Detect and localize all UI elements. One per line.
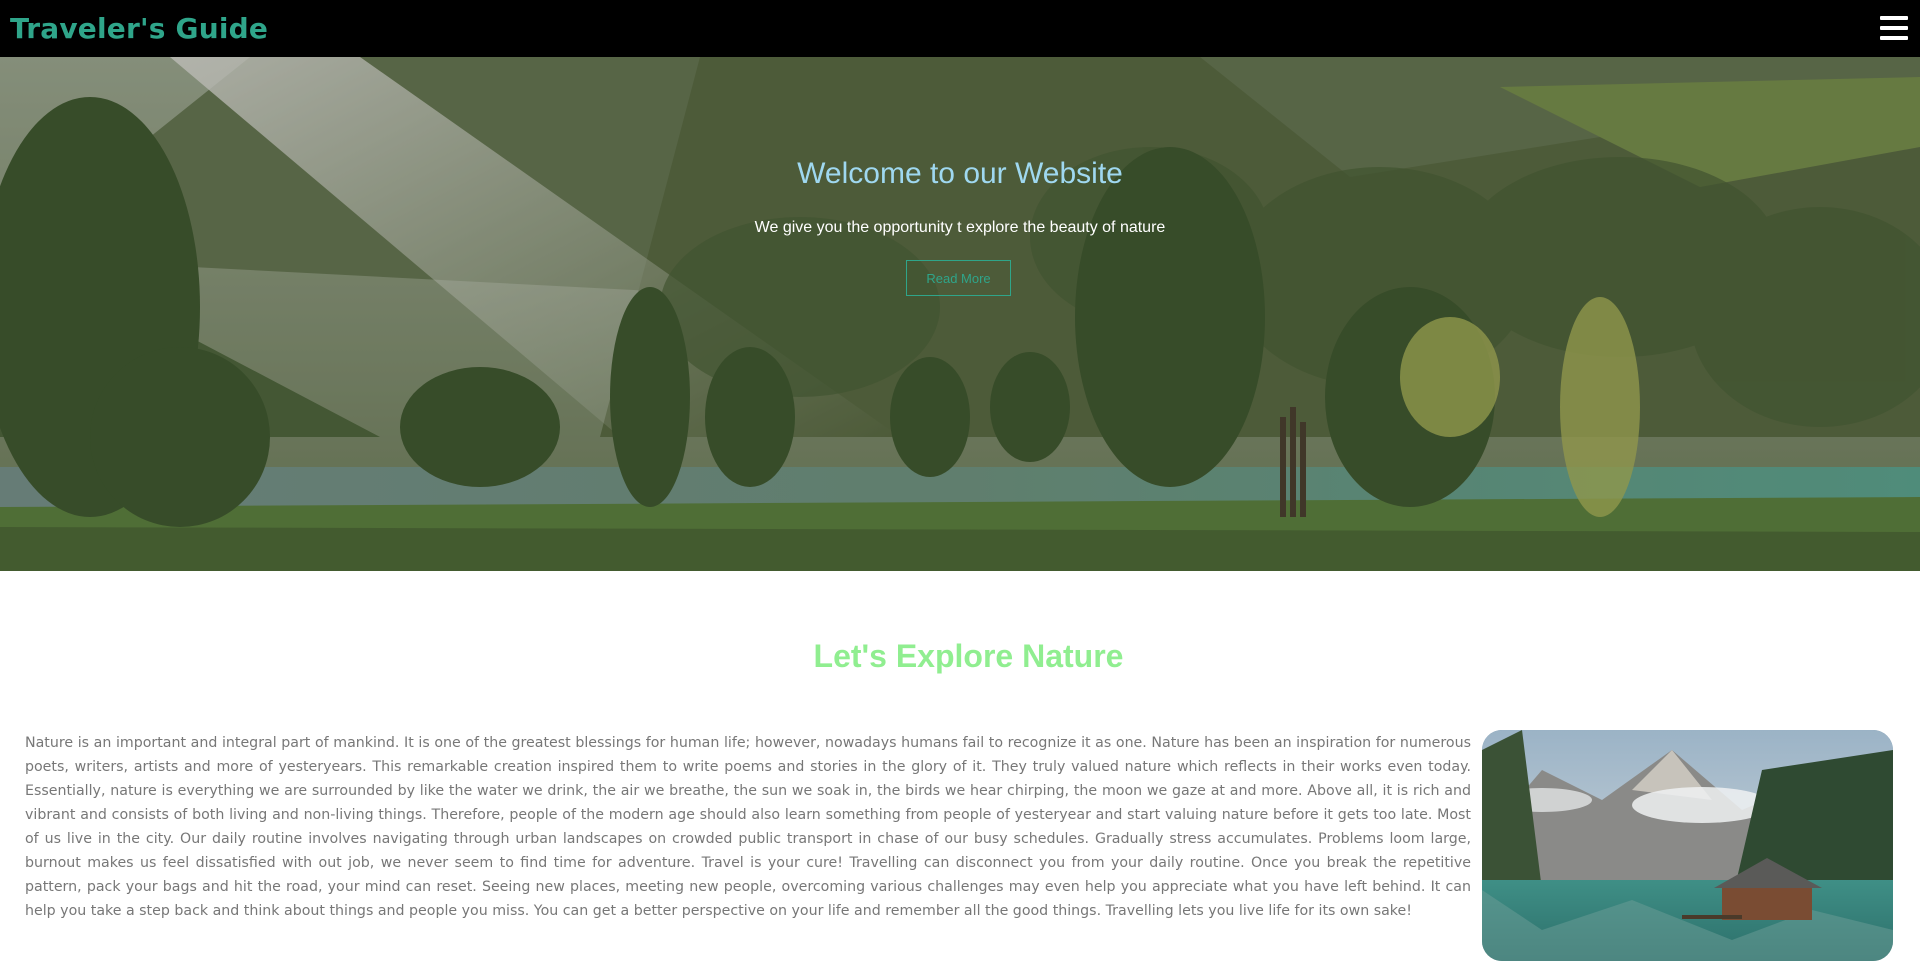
hero-title: Welcome to our Website <box>797 157 1123 190</box>
article-paragraph: Nature is an important and integral part… <box>25 735 1471 919</box>
hero-content: Welcome to our Website We give you the o… <box>0 57 1920 571</box>
menu-bar <box>1880 25 1908 30</box>
navbar: Traveler's Guide <box>0 0 1920 57</box>
hero-subtitle: We give you the opportunity t explore th… <box>754 219 1166 236</box>
menu-bar <box>1880 15 1908 20</box>
read-more-button[interactable]: Read More <box>906 260 1011 296</box>
hamburger-menu-icon[interactable] <box>1880 15 1908 40</box>
lake-cabin-image <box>1482 730 1893 961</box>
brand-logo[interactable]: Traveler's Guide <box>10 12 268 45</box>
menu-bar <box>1880 35 1908 40</box>
hero-banner: Welcome to our Website We give you the o… <box>0 57 1920 571</box>
section-title: Let's Explore Nature <box>813 638 1124 674</box>
